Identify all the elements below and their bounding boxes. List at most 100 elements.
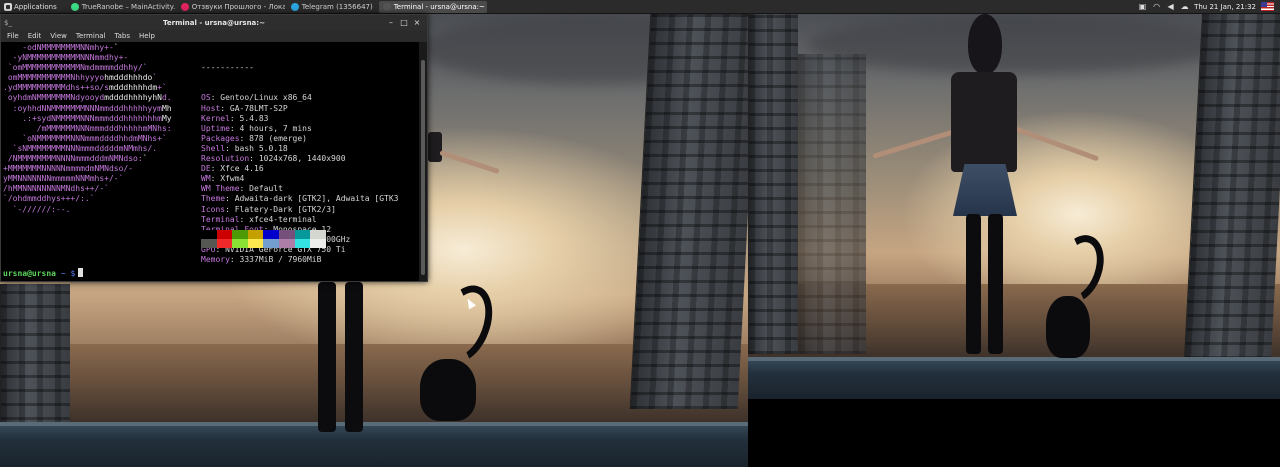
taskbar-item-label: Отзвуки Прошлого - Лока... — [191, 2, 285, 11]
info-key: Kernel — [201, 113, 230, 123]
terminal-output[interactable]: -odNMMMMMMMMNNmhy+-` -yNMMMMMMMMMMMNNNmm… — [1, 42, 419, 281]
wallpaper-cloud — [808, 14, 1228, 74]
info-value: GA-78LMT-S2P — [229, 103, 288, 113]
shell-prompt[interactable]: ursna@ursna ~ $ — [3, 268, 84, 279]
info-line: Host: GA-78LMT-S2P — [201, 103, 288, 113]
app-icon — [290, 2, 299, 11]
info-line: Uptime: 4 hours, 7 mins — [201, 123, 312, 133]
logo-line: `sNMMMMMMMMNNNmmmdddddmNMmhs/. — [3, 143, 158, 153]
info-key: Theme — [201, 194, 226, 204]
menu-tabs[interactable]: Tabs — [115, 32, 131, 40]
prompt-path: ~ — [60, 269, 66, 278]
palette-swatch — [201, 239, 217, 248]
palette-swatch — [216, 239, 233, 248]
keyboard-layout-flag-icon[interactable] — [1261, 2, 1274, 11]
logo-line: omMMMMMMMMMMMNhhyyyohmdddhhhdo` — [3, 73, 158, 83]
weather-icon[interactable]: ☁ — [1180, 2, 1189, 11]
logo-line: :oyhhdNNMMMMMMMNNNmmdddhhhhhyymMh — [3, 103, 172, 113]
wallpaper-building — [0, 284, 70, 434]
scrollbar-thumb[interactable] — [421, 60, 425, 275]
info-line: OS: Gentoo/Linux x86_64 — [201, 93, 312, 103]
screenshot-icon[interactable]: ▣ — [1138, 2, 1147, 11]
menu-file[interactable]: File — [7, 32, 19, 40]
clock[interactable]: Thu 21 Jan, 21:32 — [1194, 3, 1256, 11]
info-value: Xfce 4.16 — [220, 164, 264, 174]
logo-line: yMMNNNNNNNmmmmmNNMmhs+/-` — [3, 174, 124, 184]
info-line: Packages: 878 (emerge) — [201, 133, 307, 143]
taskbar-item-1[interactable]: Отзвуки Прошлого - Лока... — [177, 1, 285, 13]
menu-help[interactable]: Help — [139, 32, 155, 40]
palette-swatch — [263, 230, 279, 239]
palette-row-bright — [201, 239, 326, 248]
maximize-icon[interactable]: □ — [400, 18, 408, 27]
terminal-title: Terminal - ursna@ursna:~ — [163, 18, 265, 27]
taskbar-item-2[interactable]: Telegram (1356647) — [287, 1, 377, 13]
tasklist: TrueRanobe – MainActivity... Отзвуки Прош… — [67, 0, 489, 13]
info-key: OS — [201, 93, 211, 103]
info-value: bash 5.0.18 — [234, 143, 288, 153]
top-panel: Applications TrueRanobe – MainActivity..… — [0, 0, 1280, 14]
palette-swatch — [278, 230, 295, 239]
wallpaper-rooftop — [748, 357, 1280, 399]
taskbar-item-label: Telegram (1356647) — [301, 2, 373, 11]
palette-swatch — [232, 230, 248, 239]
desktop-wallpaper-right — [748, 14, 1280, 399]
logo-line: .:+sydNMMMMMNNNmmmdddhhhhhhhmMy — [3, 113, 172, 123]
terminal-scrollbar[interactable] — [419, 42, 427, 281]
applications-menu-button[interactable]: Applications — [0, 0, 61, 14]
wifi-icon[interactable]: ◠ — [1152, 2, 1161, 11]
menu-view[interactable]: View — [50, 32, 67, 40]
palette-row-dark — [201, 230, 326, 239]
info-key: Resolution — [201, 154, 250, 164]
info-line: DE: Xfce 4.16 — [201, 164, 264, 174]
info-line: Resolution: 1024x768, 1440x900 — [201, 154, 346, 164]
info-value: Flatery-Dark [GTK2/3] — [234, 204, 336, 214]
volume-icon[interactable]: ◀ — [1166, 2, 1175, 11]
minimize-icon[interactable]: – — [387, 18, 395, 27]
menu-terminal[interactable]: Terminal — [76, 32, 106, 40]
info-value: 5.4.83 — [239, 113, 269, 123]
wallpaper-cat — [1046, 296, 1090, 358]
close-icon[interactable]: × — [413, 18, 421, 27]
info-line: Shell: bash 5.0.18 — [201, 143, 288, 153]
logo-line: /mMMMMMMNNNmmmdddhhhhhmMNhs: — [3, 123, 172, 133]
info-line: Theme: Adwaita-dark [GTK2], Adwaita [GTK… — [201, 194, 399, 204]
wallpaper-rooftop — [0, 422, 748, 467]
info-value: xfce4-terminal — [249, 214, 317, 224]
info-value: 4 hours, 7 mins — [239, 123, 312, 133]
info-value: 3337MiB / 7960MiB — [239, 254, 322, 264]
palette-swatch — [216, 230, 233, 239]
palette-swatch — [232, 239, 248, 248]
wallpaper-girl-leg — [345, 282, 363, 432]
info-key: Shell — [201, 143, 226, 153]
taskbar-item-label: TrueRanobe – MainActivity... — [81, 2, 175, 11]
terminal-menubar: File Edit View Terminal Tabs Help — [1, 30, 427, 42]
info-line: WM Theme: Default — [201, 184, 283, 194]
info-line: Memory: 3337MiB / 7960MiB — [201, 254, 322, 264]
app-icon — [382, 2, 391, 11]
menu-edit[interactable]: Edit — [28, 32, 42, 40]
info-key: Icons — [201, 204, 226, 214]
info-key: Packages — [201, 133, 240, 143]
prompt-user: ursna@ursna — [3, 269, 56, 278]
wallpaper-building — [748, 14, 798, 354]
logo-line: `oNMMMMMMMNNNmmmddddhhdmMNhs+` — [3, 133, 167, 143]
terminal-titlebar[interactable]: $_ Terminal - ursna@ursna:~ – □ × — [1, 15, 427, 30]
taskbar-item-0[interactable]: TrueRanobe – MainActivity... — [67, 1, 175, 13]
wallpaper-building — [798, 54, 866, 354]
app-icon — [70, 2, 79, 11]
info-value: 878 (emerge) — [249, 133, 307, 143]
palette-swatch — [310, 239, 326, 248]
logo-line: `-//////:--. — [3, 204, 71, 214]
info-key: Host — [201, 103, 221, 113]
wallpaper-tower — [629, 14, 748, 409]
palette-swatch — [310, 230, 326, 239]
info-key: Memory — [201, 254, 230, 264]
info-line: Terminal: xfce4-terminal — [201, 214, 317, 224]
terminal-window[interactable]: $_ Terminal - ursna@ursna:~ – □ × File Ed… — [0, 14, 428, 282]
neofetch-separator: ----------- — [201, 63, 254, 73]
info-value: Default — [249, 184, 283, 194]
logo-line: +MMMMMMMNNNNNmmmmdmNMNdso/- — [3, 164, 134, 174]
info-line: WM: Xfwm4 — [201, 174, 245, 184]
taskbar-item-3[interactable]: Terminal - ursna@ursna:~ — [378, 0, 487, 13]
